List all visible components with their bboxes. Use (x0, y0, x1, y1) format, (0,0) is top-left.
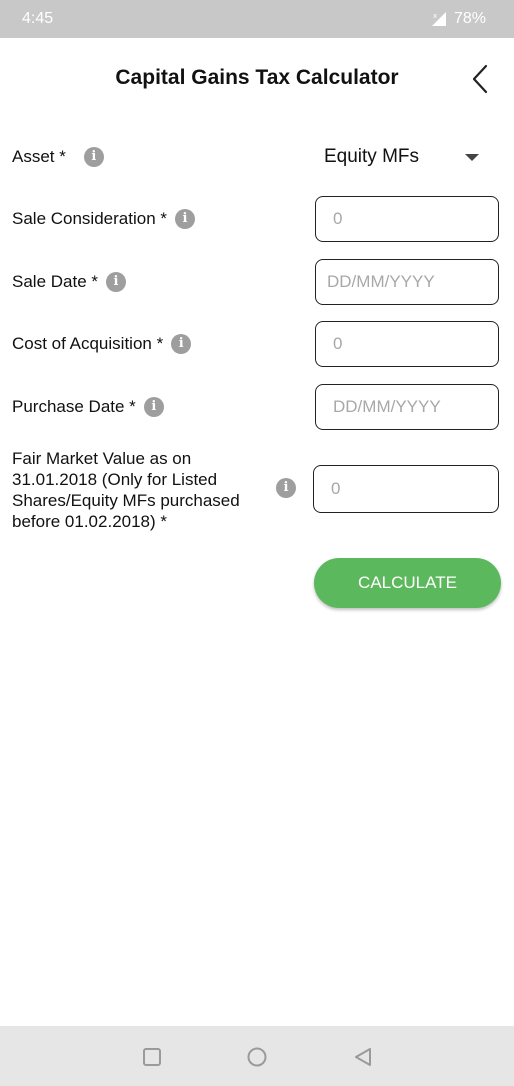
cost-of-acquisition-label: Cost of Acquisition * (12, 334, 164, 353)
cost-of-acquisition-input[interactable]: 0 (315, 321, 499, 367)
info-icon[interactable]: i (276, 478, 296, 498)
home-icon[interactable] (246, 1046, 268, 1068)
sale-date-input[interactable]: DD/MM/YYYY (315, 259, 499, 305)
sale-consideration-label: Sale Consideration * (12, 209, 167, 228)
back-button[interactable] (466, 62, 496, 96)
battery-level: 78% (453, 10, 486, 27)
nav-back-icon[interactable] (352, 1046, 374, 1068)
sale-consideration-placeholder: 0 (333, 209, 343, 228)
status-bar: 4:45 x 78% (0, 0, 514, 38)
system-nav-bar (0, 1026, 514, 1086)
svg-text:x: x (433, 12, 437, 20)
cost-of-acquisition-placeholder: 0 (333, 334, 343, 353)
fair-market-value-placeholder: 0 (331, 479, 341, 498)
sale-date-label: Sale Date * (12, 272, 98, 291)
calculate-button[interactable]: CALCULATE (314, 558, 501, 608)
sale-date-placeholder: DD/MM/YYYY (327, 272, 435, 291)
info-icon[interactable]: i (143, 397, 164, 417)
info-icon[interactable]: i (174, 209, 195, 229)
asset-row: Asset * i (12, 147, 104, 167)
info-icon[interactable]: i (171, 334, 192, 354)
cost-of-acquisition-row: Cost of Acquisition * i (12, 334, 192, 354)
status-right: x 78% (431, 10, 486, 28)
status-time: 4:45 (22, 10, 54, 27)
dropdown-arrow-icon[interactable] (465, 154, 479, 161)
fair-market-value-input[interactable]: 0 (313, 465, 499, 513)
signal-icon: x (431, 12, 446, 26)
info-icon[interactable]: i (106, 272, 126, 292)
sale-consideration-row: Sale Consideration * i (12, 209, 195, 229)
back-icon (472, 64, 488, 94)
asset-select[interactable]: Equity MFs (324, 146, 419, 168)
page-title: Capital Gains Tax Calculator (115, 66, 399, 89)
purchase-date-row: Purchase Date * i (12, 397, 164, 417)
purchase-date-placeholder: DD/MM/YYYY (333, 397, 441, 416)
purchase-date-input[interactable]: DD/MM/YYYY (315, 384, 499, 430)
asset-label: Asset * (12, 147, 66, 166)
sale-date-row: Sale Date * i (12, 272, 126, 292)
info-icon[interactable]: i (83, 147, 104, 167)
fair-market-value-label: Fair Market Value as on 31.01.2018 (Only… (12, 449, 240, 531)
recents-icon[interactable] (141, 1046, 163, 1068)
purchase-date-label: Purchase Date * (12, 397, 136, 416)
sale-consideration-input[interactable]: 0 (315, 196, 499, 242)
